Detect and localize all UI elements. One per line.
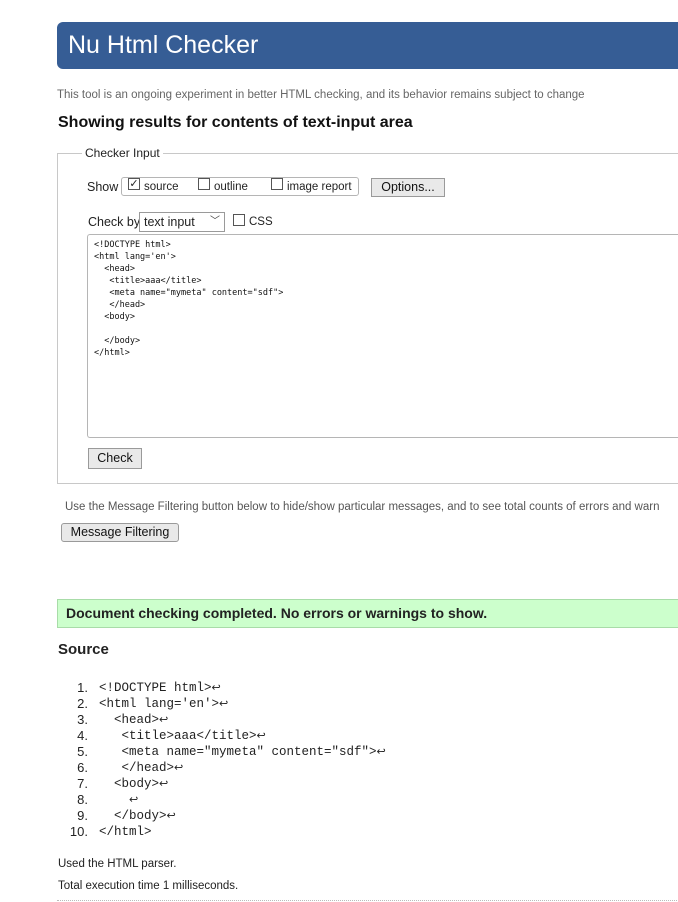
check-by-value: text input <box>144 215 195 229</box>
return-icon: ↩ <box>159 713 169 726</box>
header-banner: Nu Html Checker <box>57 22 678 69</box>
intro-text: This tool is an ongoing experiment in be… <box>57 89 585 101</box>
check-button[interactable]: Check <box>88 448 142 469</box>
source-line: 10. </html> <box>62 824 662 840</box>
status-message: Document checking completed. No errors o… <box>57 599 678 628</box>
return-icon: ↩ <box>174 761 184 774</box>
outline-checkbox[interactable] <box>198 178 210 190</box>
checker-input-legend: Checker Input <box>82 146 163 160</box>
line-code: <meta name="mymeta" content="sdf">↩ <box>99 745 386 759</box>
source-textarea[interactable]: <!DOCTYPE html> <html lang='en'> <head> … <box>87 234 678 438</box>
source-checkbox[interactable]: ✓ <box>128 178 140 190</box>
css-checkbox[interactable] <box>233 214 245 226</box>
line-number: 1. <box>77 680 88 695</box>
chevron-down-icon: ﹀ <box>210 216 220 227</box>
line-number: 4. <box>77 728 88 743</box>
textarea-content: <!DOCTYPE html> <html lang='en'> <head> … <box>94 240 284 358</box>
divider <box>57 900 678 901</box>
line-code: <title>aaa</title>↩ <box>99 729 266 743</box>
source-line: 3. <head>↩ <box>62 712 662 728</box>
line-code: ↩ <box>99 792 138 808</box>
source-line: 7. <body>↩ <box>62 776 662 792</box>
line-number: 2. <box>77 696 88 711</box>
line-number: 8. <box>77 792 88 807</box>
source-heading: Source <box>58 641 109 658</box>
source-line: 4. <title>aaa</title>↩ <box>62 728 662 744</box>
return-icon: ↩ <box>159 777 169 790</box>
page-title: Nu Html Checker <box>68 31 259 59</box>
show-label: Show <box>87 180 119 194</box>
line-code: <head>↩ <box>99 713 169 727</box>
css-checkbox-label: CSS <box>249 216 273 228</box>
return-icon: ↩ <box>256 729 266 742</box>
line-number: 3. <box>77 712 88 727</box>
source-line: 8. ↩ <box>62 792 662 808</box>
results-heading: Showing results for contents of text-inp… <box>58 114 413 131</box>
check-by-select[interactable]: text input ﹀ <box>139 212 225 232</box>
line-number: 9. <box>77 808 88 823</box>
line-number: 10. <box>69 824 88 839</box>
source-line: 1. <!DOCTYPE html>↩ <box>62 680 662 696</box>
check-by-label: Check by <box>88 215 141 229</box>
parser-info: Used the HTML parser. <box>58 858 177 870</box>
line-code: </html> <box>99 825 152 839</box>
return-icon: ↩ <box>129 793 139 806</box>
options-button[interactable]: Options... <box>371 178 445 197</box>
return-icon: ↩ <box>211 681 221 694</box>
line-code: <!DOCTYPE html>↩ <box>99 681 221 695</box>
image-report-checkbox-label: image report <box>287 181 352 193</box>
line-code: </head>↩ <box>99 761 184 775</box>
source-line: 5. <meta name="mymeta" content="sdf">↩ <box>62 744 662 760</box>
message-filtering-button[interactable]: Message Filtering <box>61 523 179 542</box>
line-code: <html lang='en'>↩ <box>99 697 229 711</box>
image-report-checkbox[interactable] <box>271 178 283 190</box>
line-code: <body>↩ <box>99 777 169 791</box>
source-line: 6. </head>↩ <box>62 760 662 776</box>
return-icon: ↩ <box>166 809 176 822</box>
source-line: 2. <html lang='en'>↩ <box>62 696 662 712</box>
source-checkbox-label: source <box>144 181 179 193</box>
line-number: 6. <box>77 760 88 775</box>
filter-note: Use the Message Filtering button below t… <box>65 501 660 513</box>
return-icon: ↩ <box>219 697 229 710</box>
return-icon: ↩ <box>376 745 386 758</box>
source-line: 9. </body>↩ <box>62 808 662 824</box>
line-number: 7. <box>77 776 88 791</box>
line-code: </body>↩ <box>99 809 176 823</box>
outline-checkbox-label: outline <box>214 181 248 193</box>
source-listing: 1. <!DOCTYPE html>↩ 2. <html lang='en'>↩ 3… <box>62 680 662 840</box>
execution-time: Total execution time 1 milliseconds. <box>58 880 239 892</box>
line-number: 5. <box>77 744 88 759</box>
